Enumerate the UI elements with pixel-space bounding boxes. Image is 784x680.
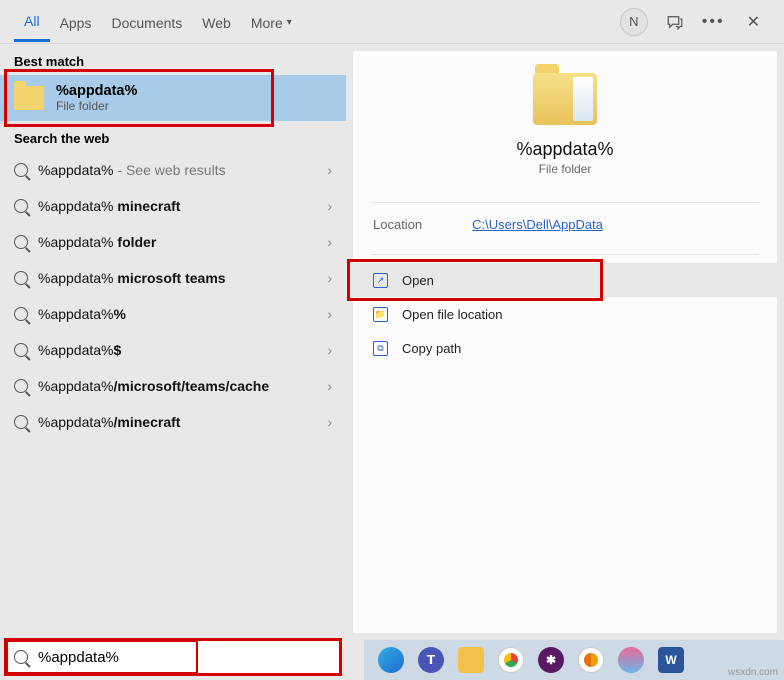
feedback-icon[interactable] [666, 13, 684, 31]
user-avatar[interactable]: N [620, 8, 648, 36]
chevron-down-icon: ▾ [287, 17, 292, 28]
web-result[interactable]: %appdata%%› [0, 296, 346, 332]
web-result[interactable]: %appdata% microsoft teams› [0, 260, 346, 296]
search-icon [14, 650, 28, 664]
action-copy-path-label: Copy path [402, 341, 461, 356]
search-icon [14, 307, 28, 321]
taskbar-icon-chrome-canary[interactable] [578, 647, 604, 673]
section-search-web: Search the web [0, 121, 346, 152]
taskbar-icon-paint[interactable] [618, 647, 644, 673]
best-match-title: %appdata% [56, 83, 137, 99]
search-icon [14, 415, 28, 429]
copy-icon: ⧉ [373, 341, 388, 356]
taskbar-icon-teams[interactable]: 𝗧 [418, 647, 444, 673]
chevron-right-icon: › [327, 198, 332, 214]
open-icon: ↗ [373, 273, 388, 288]
close-icon[interactable]: ✕ [743, 8, 764, 36]
tab-web[interactable]: Web [192, 3, 241, 41]
folder-icon [14, 86, 44, 110]
folder-outline-icon: 📁 [373, 307, 388, 322]
chevron-right-icon: › [327, 414, 332, 430]
chevron-right-icon: › [327, 270, 332, 286]
preview-title: %appdata% [516, 139, 613, 160]
watermark: wsxdn.com [728, 667, 778, 678]
best-match-subtitle: File folder [56, 99, 137, 113]
results-pane: Best match %appdata% File folder Search … [0, 44, 346, 640]
search-icon [14, 271, 28, 285]
web-result[interactable]: %appdata% minecraft› [0, 188, 346, 224]
tab-more[interactable]: More▾ [241, 3, 302, 41]
search-icon [14, 343, 28, 357]
web-result[interactable]: %appdata%$› [0, 332, 346, 368]
folder-icon-large [533, 73, 597, 125]
taskbar-icon-chrome[interactable] [498, 647, 524, 673]
web-result[interactable]: %appdata% folder› [0, 224, 346, 260]
chevron-right-icon: › [327, 234, 332, 250]
tab-apps[interactable]: Apps [50, 3, 102, 41]
more-options-icon[interactable]: ••• [702, 13, 725, 31]
action-open-file-location-label: Open file location [402, 307, 502, 322]
web-result[interactable]: %appdata% - See web results› [0, 152, 346, 188]
chevron-right-icon: › [327, 306, 332, 322]
chevron-right-icon: › [327, 342, 332, 358]
tab-documents[interactable]: Documents [101, 3, 192, 41]
search-bar[interactable] [4, 638, 342, 676]
action-open-file-location[interactable]: 📁 Open file location [353, 297, 777, 331]
best-match-result[interactable]: %appdata% File folder [0, 75, 346, 121]
preview-subtitle: File folder [539, 162, 592, 176]
web-result[interactable]: %appdata%/microsoft/teams/cache› [0, 368, 346, 404]
action-copy-path[interactable]: ⧉ Copy path [353, 331, 777, 365]
tabs-row: All Apps Documents Web More▾ N ••• ✕ [0, 0, 784, 44]
preview-pane: %appdata% File folder Location C:\Users\… [352, 50, 778, 634]
action-open[interactable]: ↗ Open [353, 263, 777, 297]
taskbar-icon-word[interactable]: W [658, 647, 684, 673]
location-label: Location [373, 217, 422, 232]
search-input[interactable] [38, 649, 332, 666]
search-icon [14, 199, 28, 213]
tab-all[interactable]: All [14, 1, 50, 42]
section-best-match: Best match [0, 44, 346, 75]
location-link[interactable]: C:\Users\Dell\AppData [472, 217, 603, 232]
search-icon [14, 235, 28, 249]
search-icon [14, 163, 28, 177]
web-result[interactable]: %appdata%/minecraft› [0, 404, 346, 440]
search-icon [14, 379, 28, 393]
chevron-right-icon: › [327, 162, 332, 178]
chevron-right-icon: › [327, 378, 332, 394]
taskbar-icon-slack[interactable]: ✱ [538, 647, 564, 673]
taskbar-icon-edge[interactable] [378, 647, 404, 673]
divider [371, 254, 759, 255]
action-open-label: Open [402, 273, 434, 288]
taskbar: 𝗧 ✱ W [364, 640, 784, 680]
taskbar-icon-explorer[interactable] [458, 647, 484, 673]
